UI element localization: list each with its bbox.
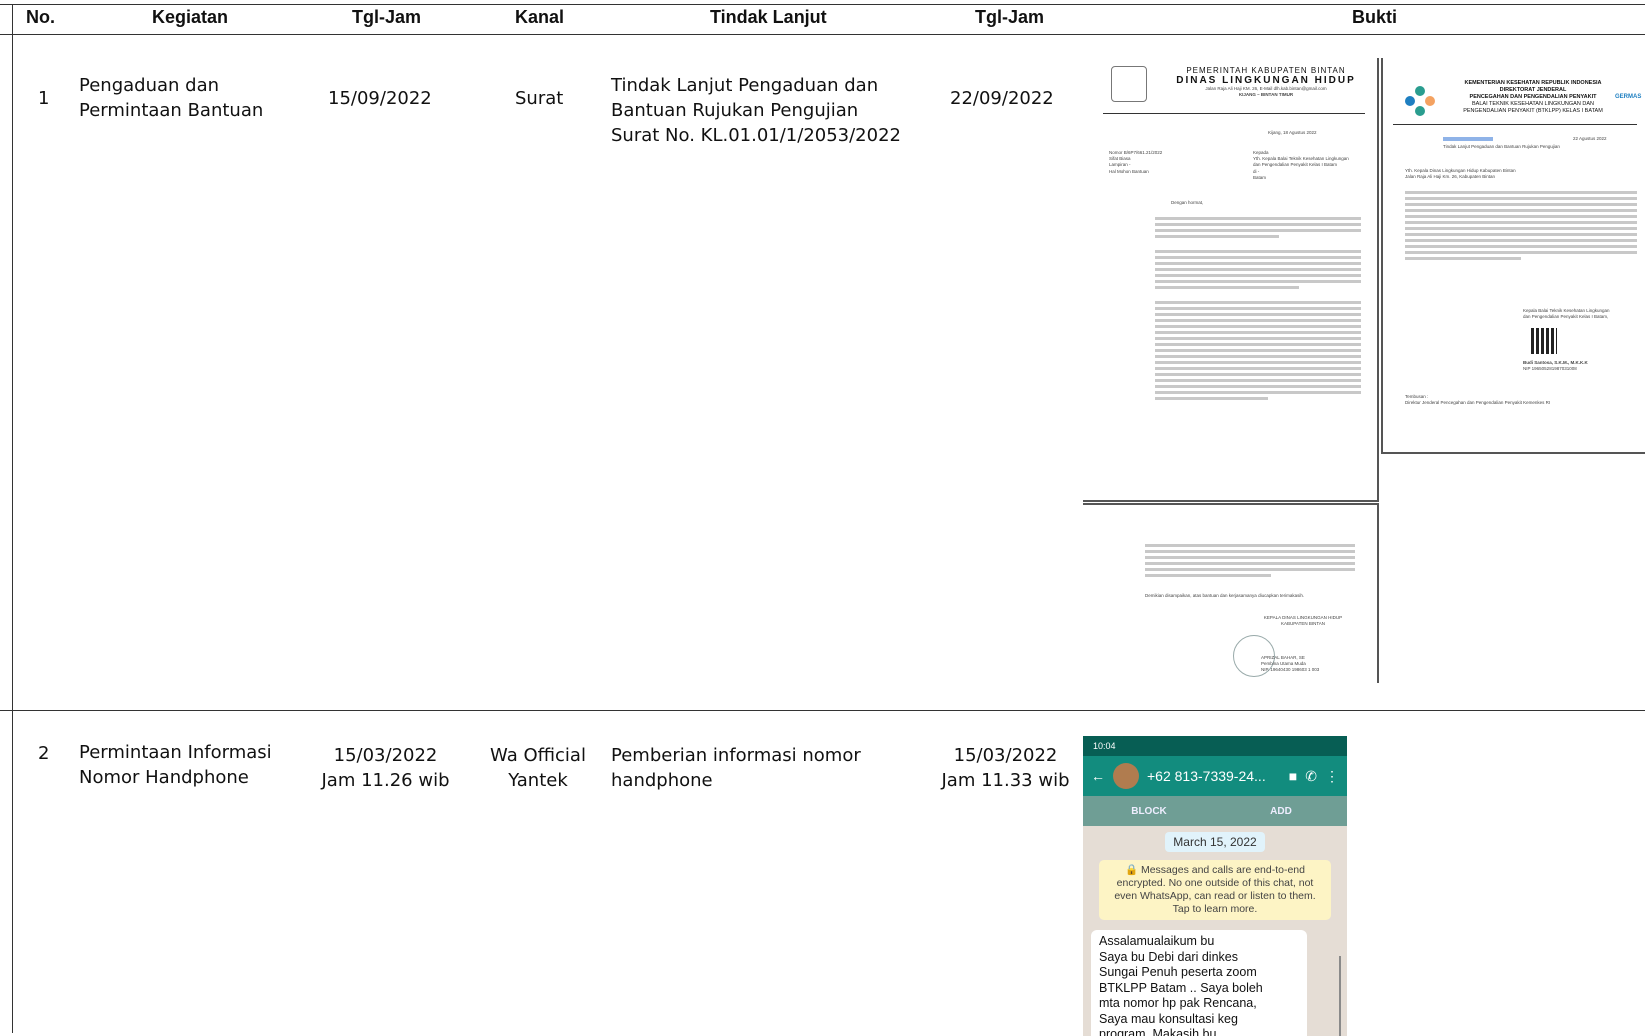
block-add-bar: BLOCK ADD bbox=[1083, 796, 1347, 826]
video-call-icon: ■ bbox=[1288, 768, 1298, 784]
row-1-tindak-lanjut: Tindak Lanjut Pengaduan dan Bantuan Rujuk… bbox=[611, 75, 901, 146]
phone-call-icon: ✆ bbox=[1305, 767, 1317, 784]
contact-name: +62 813-7339-24... bbox=[1147, 768, 1266, 784]
col-kegiatan: Kegiatan bbox=[152, 7, 229, 27]
row-2-tindak-lanjut: Pemberian informasi nomor handphone bbox=[611, 745, 861, 791]
avatar bbox=[1113, 763, 1139, 789]
left-border bbox=[12, 4, 13, 1033]
col-kanal: Kanal bbox=[515, 7, 565, 27]
more-menu-icon: ⋮ bbox=[1325, 767, 1339, 784]
table-header: No. Kegiatan Tgl-Jam Kanal Tindak Lanjut… bbox=[0, 0, 1645, 34]
block-label: BLOCK bbox=[1131, 805, 1167, 817]
col-tgl-jam-2: Tgl-Jam bbox=[975, 7, 1045, 27]
scrollbar bbox=[1339, 956, 1341, 1036]
row-divider bbox=[0, 710, 1645, 711]
date-chip: March 15, 2022 bbox=[1165, 832, 1265, 852]
kemenkes-logo-icon bbox=[1405, 86, 1435, 116]
chat-message: Assalamualaikum bu Saya bu Debi dari dink… bbox=[1091, 930, 1307, 1036]
evidence-letter-dlh-page-1: PEMERINTAH KABUPATEN BINTAN DINAS LINGKU… bbox=[1083, 58, 1379, 502]
top-border bbox=[0, 4, 1645, 5]
add-label: ADD bbox=[1270, 805, 1292, 817]
phone-status-bar: 10:04 bbox=[1083, 736, 1347, 756]
bintan-emblem-icon bbox=[1111, 66, 1147, 102]
header-divider bbox=[0, 34, 1645, 35]
row-2-kanal: Wa Official Yantek bbox=[490, 745, 586, 791]
row-1-tgl-jam: 15/09/2022 bbox=[328, 88, 432, 109]
col-tindak-lanjut: Tindak Lanjut bbox=[710, 7, 827, 27]
row-1-no: 1 bbox=[38, 88, 50, 109]
row-1-tgl-jam-2: 22/09/2022 bbox=[950, 88, 1054, 109]
row-1-kanal: Surat bbox=[515, 88, 564, 109]
col-no: No. bbox=[26, 7, 55, 27]
evidence-letter-dlh-page-2: Demikian disampaikan, atas bantuan dan k… bbox=[1083, 503, 1379, 683]
encryption-notice: 🔒 Messages and calls are end-to-end encr… bbox=[1099, 860, 1331, 920]
col-tgl-jam: Tgl-Jam bbox=[352, 7, 422, 27]
row-2-no: 2 bbox=[38, 743, 50, 764]
chat-header: ← +62 813-7339-24... ■ ✆ ⋮ bbox=[1083, 756, 1347, 796]
col-bukti: Bukti bbox=[1352, 7, 1397, 27]
row-2-tgl-jam: 15/03/2022 Jam 11.26 wib bbox=[321, 745, 450, 791]
back-arrow-icon: ← bbox=[1091, 768, 1105, 784]
row-2-kegiatan: Permintaan Informasi Nomor Handphone bbox=[79, 742, 272, 788]
row-2-tgl-jam-2: 15/03/2022 Jam 11.33 wib bbox=[941, 745, 1070, 791]
evidence-letter-kemenkes: KEMENTERIAN KESEHATAN REPUBLIK INDONESIA… bbox=[1381, 58, 1645, 454]
qr-code-icon bbox=[1531, 328, 1557, 354]
row-1-kegiatan: Pengaduan dan Permintaan Bantuan bbox=[79, 75, 264, 121]
evidence-whatsapp-chat: 10:04 ← +62 813-7339-24... ■ ✆ ⋮ BLOCK A… bbox=[1083, 736, 1347, 1036]
